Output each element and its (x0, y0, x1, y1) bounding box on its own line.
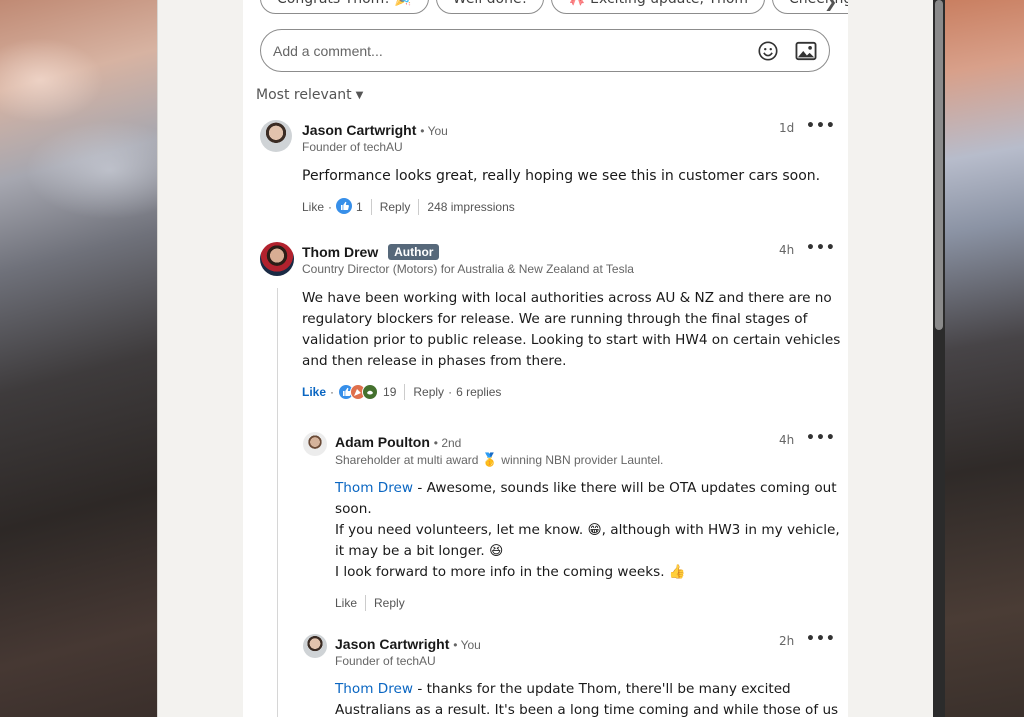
connection-degree: • You (420, 124, 448, 138)
like-reaction-icon[interactable] (336, 197, 353, 217)
post-comments-panel: Congrats Thom! 🎉 Well done! 🎀 Exciting u… (243, 0, 848, 717)
page-background-left (157, 0, 244, 717)
comment-text-line: We have been working with local authorit… (302, 290, 832, 306)
reaction-count[interactable]: 19 (383, 385, 396, 399)
comment-text-line: and then release in phases from there. (302, 353, 567, 369)
like-button[interactable]: Like (302, 200, 324, 214)
like-button[interactable]: Like (335, 596, 357, 610)
more-options-icon[interactable]: ••• (806, 118, 836, 134)
scrollbar-thumb[interactable] (935, 0, 943, 330)
comment-timestamp: 2h (779, 634, 795, 648)
comment-box (260, 29, 830, 72)
quick-reply-chips: Congrats Thom! 🎉 Well done! 🎀 Exciting u… (260, 0, 848, 14)
connection-degree: • 2nd (433, 436, 462, 450)
comment-timestamp: 4h (779, 433, 795, 447)
reaction-icons[interactable] (338, 384, 379, 400)
comment-text: Thom Drew - Awesome, sounds like there w… (335, 478, 840, 583)
sort-label: Most relevant (256, 87, 352, 103)
avatar[interactable] (260, 120, 292, 152)
commenter-headline: Shareholder at multi award 🥇 winning NBN… (335, 452, 663, 468)
separator-dot: · (448, 385, 453, 399)
author-badge: Author (388, 244, 440, 260)
mention-link[interactable]: Thom Drew (335, 681, 413, 697)
like-button[interactable]: Like (302, 385, 326, 399)
comment-text-line: soon. (335, 501, 372, 517)
commenter-name-text: Jason Cartwright (335, 636, 450, 652)
commenter-name[interactable]: Jason Cartwright • You (302, 122, 448, 138)
quick-reply-chip[interactable]: Well done! (435, 0, 545, 14)
comment-text-line: If you need volunteers, let me know. 😁, … (335, 522, 840, 538)
commenter-name-text: Adam Poulton (335, 434, 430, 450)
divider (404, 384, 406, 400)
commenter-name-text: Jason Cartwright (302, 122, 417, 138)
reply-button[interactable]: Reply (374, 596, 405, 610)
comment-text-line: - Awesome, sounds like there will be OTA… (413, 480, 837, 496)
commenter-name-text: Thom Drew (302, 244, 379, 260)
headline-text: winning NBN provider Launtel. (501, 453, 664, 467)
more-options-icon[interactable]: ••• (806, 240, 836, 256)
desktop-wallpaper-left (0, 0, 157, 717)
emoji-icon[interactable] (755, 38, 781, 64)
commenter-name[interactable]: Thom Drew Author (302, 244, 440, 260)
desktop-wallpaper-right (945, 0, 1024, 717)
comment-text-line: I look forward to more info in the comin… (335, 564, 686, 580)
comment-text: Performance looks great, really hoping w… (302, 168, 821, 184)
avatar[interactable] (303, 432, 327, 456)
comment-timestamp: 1d (779, 121, 795, 135)
comment-text-line: - thanks for the update Thom, there'll b… (413, 681, 791, 697)
sort-dropdown[interactable]: Most relevant ▼ (256, 87, 363, 103)
thread-line (277, 288, 278, 717)
comment-actions: Like · 1 Reply 248 impressions (302, 197, 515, 217)
separator-dot: · (328, 200, 333, 214)
comment-text-line: Australians as a result. It's been a lon… (335, 702, 839, 717)
comment-text: Thom Drew - thanks for the update Thom, … (335, 679, 838, 717)
commenter-headline: Founder of techAU (335, 654, 436, 668)
avatar[interactable] (260, 242, 294, 276)
quick-reply-chip[interactable]: Congrats Thom! 🎉 (260, 0, 429, 14)
reply-button[interactable]: Reply (380, 200, 411, 214)
caret-down-icon: ▼ (355, 89, 364, 101)
commenter-name[interactable]: Jason Cartwright • You (335, 636, 481, 652)
connection-degree: • You (453, 638, 481, 652)
medal-emoji: 🥇 (481, 452, 498, 467)
mention-link[interactable]: Thom Drew (335, 480, 413, 496)
comment-input[interactable] (271, 41, 743, 60)
quick-reply-chip[interactable]: 🎀 Exciting update, Thom (551, 0, 766, 14)
commenter-name[interactable]: Adam Poulton • 2nd (335, 434, 461, 450)
comment-text-line: validation prior to public release. Look… (302, 332, 841, 348)
comment-actions: Like Reply (335, 594, 405, 612)
comment-text-line: regulatory blockers for release. We are … (302, 311, 808, 327)
comment-text-line: it may be a bit longer. 😆 (335, 543, 504, 559)
divider (370, 199, 372, 215)
divider (418, 199, 420, 215)
commenter-headline: Country Director (Motors) for Australia … (302, 262, 634, 276)
headline-text: Shareholder at multi award (335, 453, 479, 467)
commenter-headline: Founder of techAU (302, 140, 403, 154)
more-options-icon[interactable]: ••• (806, 430, 836, 446)
chevron-right-icon[interactable]: ❯ (824, 0, 837, 11)
avatar[interactable] (303, 634, 327, 658)
reaction-count[interactable]: 1 (356, 200, 363, 214)
support-reaction-icon (362, 384, 379, 400)
separator-dot: · (330, 385, 335, 399)
comment-text: We have been working with local authorit… (302, 288, 840, 372)
reply-button[interactable]: Reply (413, 385, 444, 399)
page-background-right (848, 0, 933, 717)
divider (365, 595, 367, 611)
image-icon[interactable] (793, 38, 819, 64)
comment-timestamp: 4h (779, 243, 795, 257)
impressions-count[interactable]: 248 impressions (427, 200, 514, 214)
comment-actions: Like · 19 Reply · 6 replies (302, 383, 501, 401)
more-options-icon[interactable]: ••• (806, 631, 836, 647)
replies-count[interactable]: 6 replies (456, 385, 501, 399)
